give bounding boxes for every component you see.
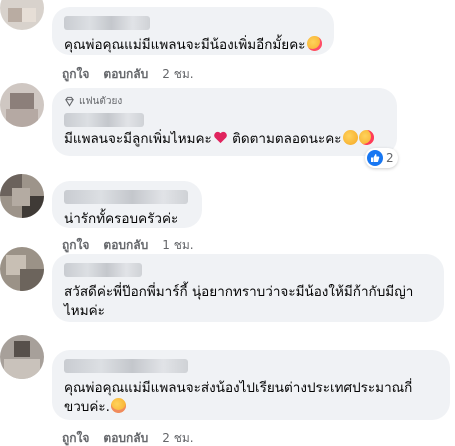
avatar[interactable] <box>0 247 44 291</box>
comment-bubble: สวัสดีค่ะพี่ป๊อกพี่มาร์กี้ นุ่อยากทราบว่… <box>52 254 444 322</box>
commenter-name-blurred[interactable] <box>64 359 188 373</box>
comment-text: มีแพลนจะมีลูกเพิ่มไหมคะ <box>64 131 212 147</box>
commenter-name-blurred[interactable] <box>64 113 144 127</box>
avatar[interactable] <box>0 335 44 379</box>
comment-text: น่ารักทั้ครอบครัวค่ะ <box>64 211 179 227</box>
avatar[interactable] <box>0 0 44 30</box>
comment-text: สวัสดีค่ะพี่ป๊อกพี่มาร์กี้ นุ่อยากทราบว่… <box>64 284 414 319</box>
comment-actions: ถูกใจ ตอบกลับ 2 ชม. <box>62 429 194 446</box>
comment-bubble: คุณพ่อคุณแม่มีแพลนจะส่งน้องไปเรียนต่างปร… <box>52 350 450 420</box>
face-blowing-kiss-icon <box>342 130 358 145</box>
timestamp[interactable]: 2 ชม. <box>162 429 193 446</box>
comment-bubble: น่ารักทั้ครอบครัวค่ะ <box>52 181 202 228</box>
comment-text-continued: ติดตามตลอดนะคะ <box>227 131 342 147</box>
thumbs-up-icon <box>367 150 383 166</box>
diamond-icon <box>65 96 74 107</box>
reaction-count: 2 <box>386 151 394 165</box>
reply-button[interactable]: ตอบกลับ <box>103 236 148 255</box>
top-fan-badge: แฟนตัวยง <box>79 96 123 107</box>
like-button[interactable]: ถูกใจ <box>62 65 89 84</box>
comment-text: คุณพ่อคุณแม่มีแพลนจะมีน้องเพิ่มอีกมั้ยคะ <box>64 37 306 53</box>
reply-button[interactable]: ตอบกลับ <box>103 65 148 84</box>
commenter-name-blurred[interactable] <box>64 263 142 277</box>
reply-button[interactable]: ตอบกลับ <box>103 429 148 446</box>
comment-bubble: แฟนตัวยง มีแพลนจะมีลูกเพิ่มไหมคะ ติดตามต… <box>52 88 397 156</box>
like-button[interactable]: ถูกใจ <box>62 429 89 446</box>
smiling-face-icon <box>110 398 126 413</box>
timestamp[interactable]: 2 ชม. <box>162 65 193 84</box>
reaction-summary[interactable]: 2 <box>365 148 398 168</box>
comment-actions: ถูกใจ ตอบกลับ 1 ชม. <box>62 236 194 255</box>
avatar[interactable] <box>0 174 44 218</box>
red-heart-icon <box>213 131 227 144</box>
avatar[interactable] <box>0 83 44 127</box>
commenter-name-blurred[interactable] <box>64 190 188 204</box>
commenter-name-blurred[interactable] <box>64 16 150 30</box>
timestamp[interactable]: 1 ชม. <box>162 236 193 255</box>
smiling-face-with-hearts-icon <box>306 36 322 51</box>
comment-bubble: คุณพ่อคุณแม่มีแพลนจะมีน้องเพิ่มอีกมั้ยคะ <box>52 7 334 55</box>
like-button[interactable]: ถูกใจ <box>62 236 89 255</box>
comment-actions: ถูกใจ ตอบกลับ 2 ชม. <box>62 65 194 84</box>
face-blowing-kiss-icon <box>358 130 374 145</box>
